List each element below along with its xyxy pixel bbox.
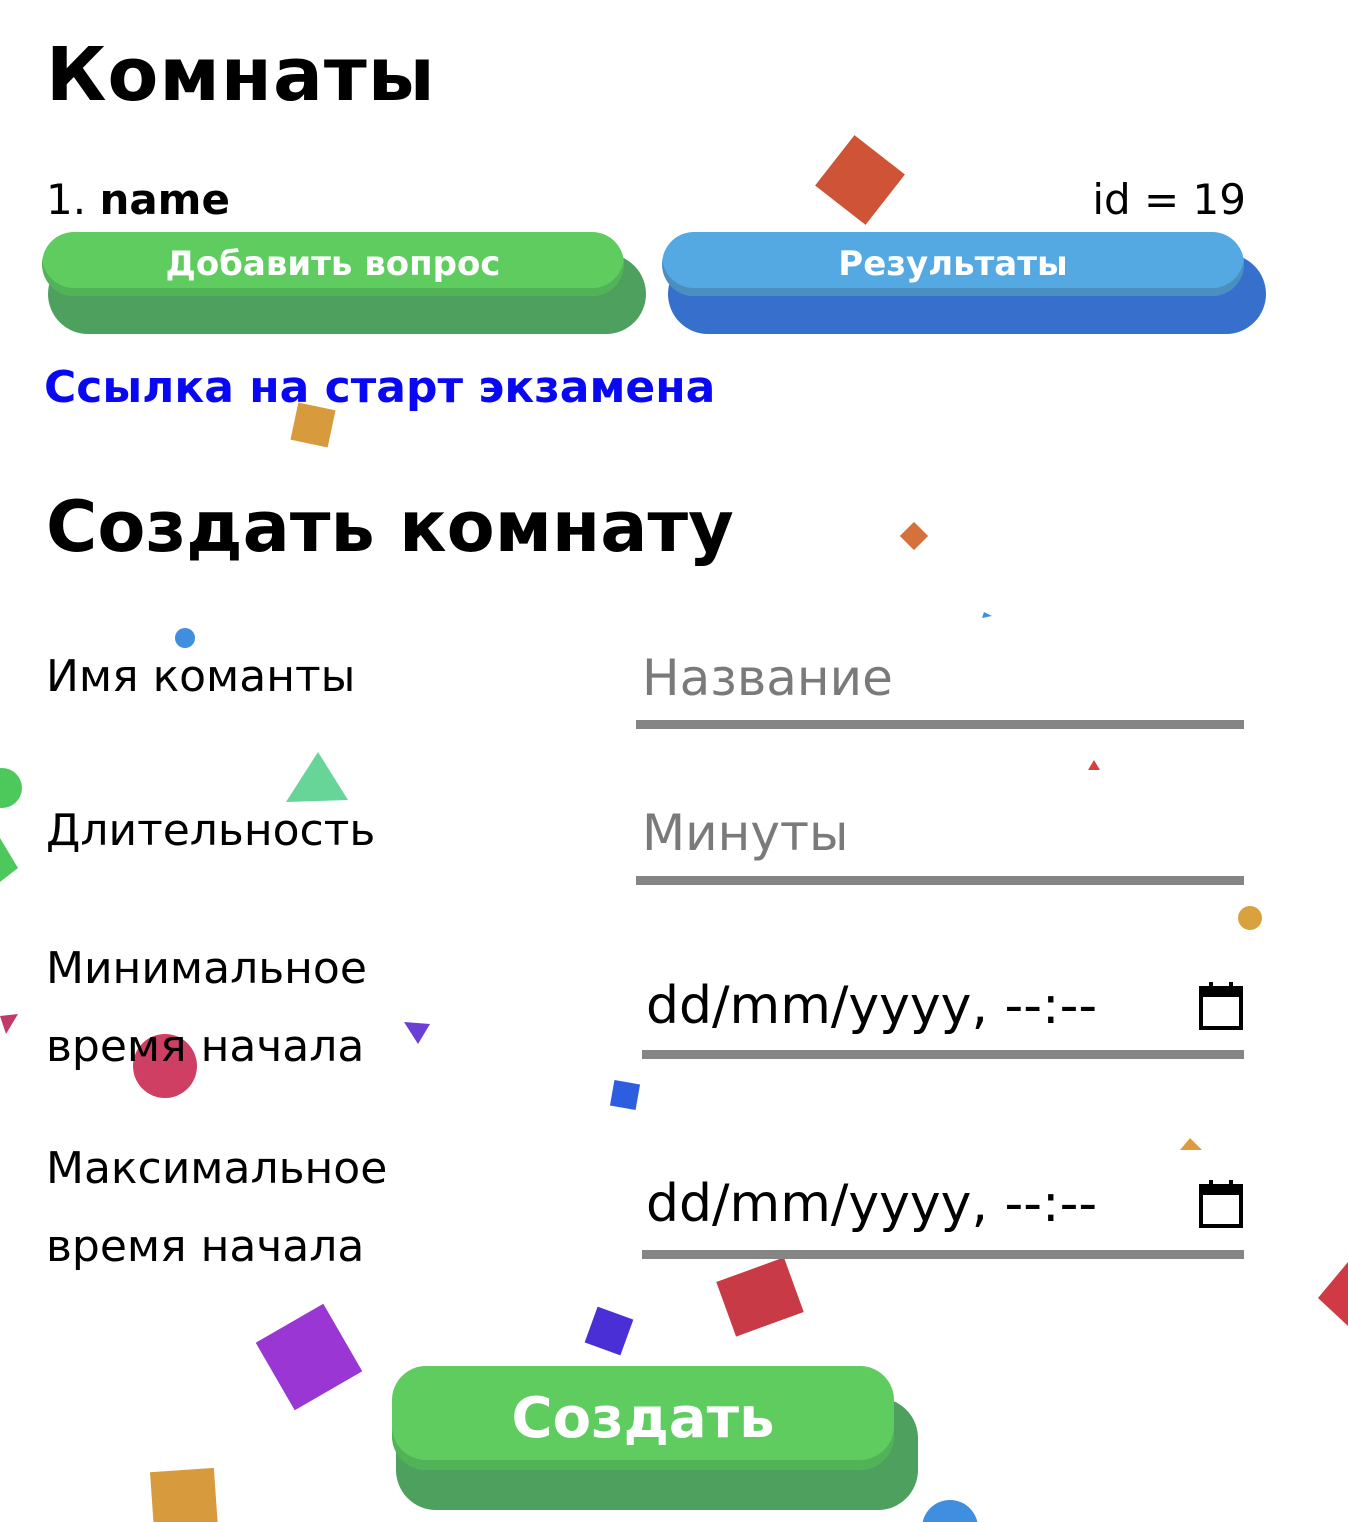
max-start-input[interactable]: dd/mm/yyyy, --:-- xyxy=(642,1164,1244,1244)
room-name-label: Имя команты xyxy=(46,651,356,702)
rooms-title: Комнаты xyxy=(46,32,436,118)
create-label: Создать xyxy=(511,1385,775,1451)
button-face: Результаты xyxy=(662,232,1244,296)
results-button[interactable]: Результаты xyxy=(662,232,1266,336)
add-question-button[interactable]: Добавить вопрос xyxy=(42,232,646,336)
min-start-label-line2: время начала xyxy=(46,1021,365,1072)
max-start-label-line1: Максимальное xyxy=(46,1143,388,1194)
duration-field xyxy=(636,790,1244,885)
room-id: id = 19 xyxy=(1092,175,1246,224)
page-content: Комнаты 1. name id = 19 Добавить вопрос … xyxy=(0,0,1348,1522)
room-name: name xyxy=(99,175,230,224)
min-start-label: Минимальное время начала xyxy=(46,930,367,1086)
min-start-input[interactable]: dd/mm/yyyy, --:-- xyxy=(642,966,1244,1046)
button-face: Создать xyxy=(392,1366,894,1470)
results-label: Результаты xyxy=(838,244,1068,284)
button-face: Добавить вопрос xyxy=(42,232,624,296)
room-item-name: 1. name xyxy=(46,172,230,228)
calendar-icon[interactable] xyxy=(1198,1178,1244,1230)
create-button[interactable]: Создать xyxy=(392,1366,920,1512)
input-underline xyxy=(642,1250,1244,1259)
room-name-field xyxy=(636,636,1244,729)
min-start-label-line1: Минимальное xyxy=(46,943,367,994)
room-name-input[interactable] xyxy=(636,636,1244,720)
min-start-value: dd/mm/yyyy, --:-- xyxy=(646,976,1098,1036)
duration-label: Длительность xyxy=(46,805,376,856)
add-question-label: Добавить вопрос xyxy=(165,244,501,284)
room-number: 1. xyxy=(46,175,87,224)
exam-start-link[interactable]: Ссылка на старт экзамена xyxy=(44,360,715,416)
input-underline xyxy=(636,720,1244,729)
calendar-icon[interactable] xyxy=(1198,980,1244,1032)
duration-input[interactable] xyxy=(636,790,1244,876)
input-underline xyxy=(642,1050,1244,1059)
create-room-title: Создать комнату xyxy=(46,486,734,568)
max-start-label-line2: время начала xyxy=(46,1221,365,1272)
input-underline xyxy=(636,876,1244,885)
max-start-label: Максимальное время начала xyxy=(46,1130,387,1286)
max-start-value: dd/mm/yyyy, --:-- xyxy=(646,1174,1098,1234)
